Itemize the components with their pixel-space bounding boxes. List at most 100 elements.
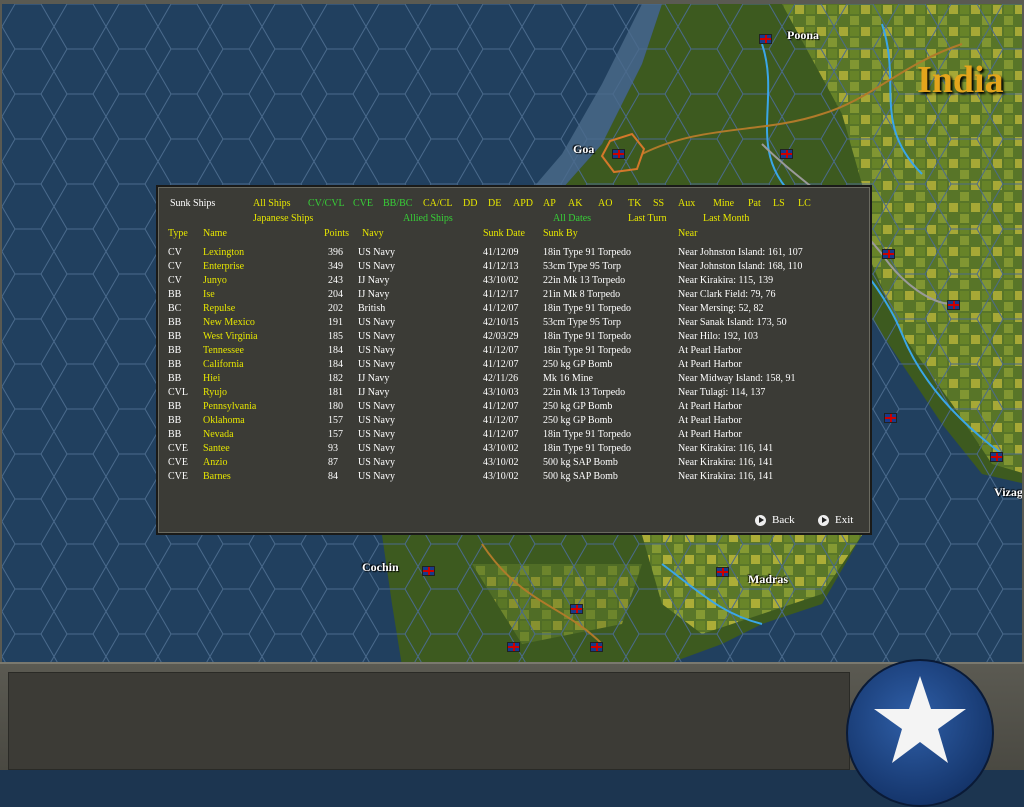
cell-name[interactable]: West Virginia xyxy=(203,331,258,342)
city-label-madras[interactable]: Madras xyxy=(748,572,788,587)
cell-name[interactable]: Oklahoma xyxy=(203,415,245,426)
exit-button[interactable]: Exit xyxy=(818,514,853,526)
cell-name[interactable]: Anzio xyxy=(203,457,227,468)
city-label-poona[interactable]: Poona xyxy=(787,28,819,43)
cell-name[interactable]: Pennsylvania xyxy=(203,401,256,412)
union-jack-flag-icon[interactable] xyxy=(422,566,435,576)
table-row[interactable]: BB Pennsylvania 180 US Navy 41/12/07 250 kg G… xyxy=(158,401,870,415)
filter-ap[interactable]: AP xyxy=(543,198,556,209)
city-label-goa[interactable]: Goa xyxy=(573,142,594,157)
cell-name[interactable]: Ise xyxy=(203,289,215,300)
table-row[interactable]: BB New Mexico 191 US Navy 42/10/15 53cm Type … xyxy=(158,317,870,331)
filter-last-month[interactable]: Last Month xyxy=(703,213,749,224)
table-row[interactable]: BB West Virginia 185 US Navy 42/03/29 18in Ty… xyxy=(158,331,870,345)
union-jack-flag-icon[interactable] xyxy=(990,452,1003,462)
cell-name[interactable]: New Mexico xyxy=(203,317,255,328)
filter-aux[interactable]: Aux xyxy=(678,198,695,209)
filter-all-dates[interactable]: All Dates xyxy=(553,213,591,224)
cell-type: BB xyxy=(168,429,182,440)
union-jack-flag-icon[interactable] xyxy=(947,300,960,310)
table-row[interactable]: BC Repulse 202 British 41/12/07 18in Type 91 … xyxy=(158,303,870,317)
column-header-type[interactable]: Type xyxy=(168,228,188,239)
filter-cv-cvl[interactable]: CV/CVL xyxy=(308,198,345,209)
union-jack-flag-icon[interactable] xyxy=(780,149,793,159)
cell-near: Near Kirakira: 116, 141 xyxy=(678,443,774,454)
city-label-vizag[interactable]: Vizag xyxy=(994,485,1022,500)
cell-name[interactable]: Santee xyxy=(203,443,230,454)
table-row[interactable]: BB Hiei 182 IJ Navy 42/11/26 Mk 16 Mine Near M… xyxy=(158,373,870,387)
filter-allied-ships[interactable]: Allied Ships xyxy=(403,213,453,224)
union-jack-flag-icon[interactable] xyxy=(716,567,729,577)
filter-all-ships[interactable]: All Ships xyxy=(253,198,291,209)
table-row[interactable]: CVL Ryujo 181 IJ Navy 43/10/03 22in Mk 13 Tor… xyxy=(158,387,870,401)
table-row[interactable]: BB Oklahoma 157 US Navy 41/12/07 250 kg GP Bo… xyxy=(158,415,870,429)
cell-navy: US Navy xyxy=(358,331,395,342)
arrow-right-icon xyxy=(755,514,766,526)
column-header-near[interactable]: Near xyxy=(678,228,697,239)
cell-sunk-date: 41/12/07 xyxy=(483,429,519,440)
filter-lc[interactable]: LC xyxy=(798,198,811,209)
cell-name[interactable]: Tennessee xyxy=(203,345,244,356)
filter-mine[interactable]: Mine xyxy=(713,198,734,209)
cell-navy: US Navy xyxy=(358,401,395,412)
cell-name[interactable]: Ryujo xyxy=(203,387,227,398)
cell-type: BB xyxy=(168,401,182,412)
back-button[interactable]: Back xyxy=(755,514,795,526)
table-row[interactable]: BB California 184 US Navy 41/12/07 250 kg GP … xyxy=(158,359,870,373)
cell-name[interactable]: Lexington xyxy=(203,247,244,258)
cell-navy: US Navy xyxy=(358,317,395,328)
column-header-name[interactable]: Name xyxy=(203,228,227,239)
filter-ak[interactable]: AK xyxy=(568,198,582,209)
cell-sunk-date: 41/12/17 xyxy=(483,289,519,300)
cell-name[interactable]: Repulse xyxy=(203,303,235,314)
table-row[interactable]: CV Lexington 396 US Navy 41/12/09 18in Type 9… xyxy=(158,247,870,261)
filter-cve[interactable]: CVE xyxy=(353,198,373,209)
cell-name[interactable]: Hiei xyxy=(203,373,220,384)
union-jack-flag-icon[interactable] xyxy=(759,34,772,44)
union-jack-flag-icon[interactable] xyxy=(507,642,520,652)
cell-type: CVE xyxy=(168,471,188,482)
table-row[interactable]: BB Ise 204 IJ Navy 41/12/17 21in Mk 8 Torpedo… xyxy=(158,289,870,303)
union-jack-flag-icon[interactable] xyxy=(612,149,625,159)
union-jack-flag-icon[interactable] xyxy=(884,413,897,423)
cell-type: CV xyxy=(168,275,182,286)
filter-japanese-ships[interactable]: Japanese Ships xyxy=(253,213,313,224)
table-row[interactable]: BB Nevada 157 US Navy 41/12/07 18in Type 91 T… xyxy=(158,429,870,443)
filter-bb-bc[interactable]: BB/BC xyxy=(383,198,412,209)
table-row[interactable]: CVE Santee 93 US Navy 43/10/02 18in Type 91 T… xyxy=(158,443,870,457)
table-row[interactable]: CV Junyo 243 IJ Navy 43/10/02 22in Mk 13 Torp… xyxy=(158,275,870,289)
cell-sunk-date: 43/10/02 xyxy=(483,443,519,454)
allied-star-badge-icon[interactable] xyxy=(846,659,994,807)
exit-button-label: Exit xyxy=(835,514,854,526)
filter-dd[interactable]: DD xyxy=(463,198,477,209)
filter-ls[interactable]: LS xyxy=(773,198,785,209)
cell-sunk-date: 41/12/07 xyxy=(483,415,519,426)
filter-ao[interactable]: AO xyxy=(598,198,612,209)
filter-apd[interactable]: APD xyxy=(513,198,533,209)
table-row[interactable]: CVE Anzio 87 US Navy 43/10/02 500 kg SAP Bomb… xyxy=(158,457,870,471)
union-jack-flag-icon[interactable] xyxy=(590,642,603,652)
city-label-cochin[interactable]: Cochin xyxy=(362,560,399,575)
filter-ss[interactable]: SS xyxy=(653,198,664,209)
table-row[interactable]: BB Tennessee 184 US Navy 41/12/07 18in Type 9… xyxy=(158,345,870,359)
cell-name[interactable]: Junyo xyxy=(203,275,227,286)
cell-type: CVL xyxy=(168,387,188,398)
column-header-points[interactable]: Points xyxy=(324,228,349,239)
column-header-sunk-date[interactable]: Sunk Date xyxy=(483,228,525,239)
table-row[interactable]: CVE Barnes 84 US Navy 43/10/02 500 kg SAP Bom… xyxy=(158,471,870,485)
filter-pat[interactable]: Pat xyxy=(748,198,761,209)
filter-de[interactable]: DE xyxy=(488,198,501,209)
cell-name[interactable]: California xyxy=(203,359,244,370)
filter-last-turn[interactable]: Last Turn xyxy=(628,213,667,224)
filter-ca-cl[interactable]: CA/CL xyxy=(423,198,452,209)
union-jack-flag-icon[interactable] xyxy=(882,249,895,259)
table-row[interactable]: CV Enterprise 349 US Navy 41/12/13 53cm Type … xyxy=(158,261,870,275)
cell-name[interactable]: Enterprise xyxy=(203,261,244,272)
union-jack-flag-icon[interactable] xyxy=(570,604,583,614)
cell-navy: US Navy xyxy=(358,429,395,440)
column-header-navy[interactable]: Navy xyxy=(362,228,384,239)
cell-name[interactable]: Nevada xyxy=(203,429,234,440)
filter-tk[interactable]: TK xyxy=(628,198,641,209)
column-header-sunk-by[interactable]: Sunk By xyxy=(543,228,578,239)
cell-name[interactable]: Barnes xyxy=(203,471,231,482)
